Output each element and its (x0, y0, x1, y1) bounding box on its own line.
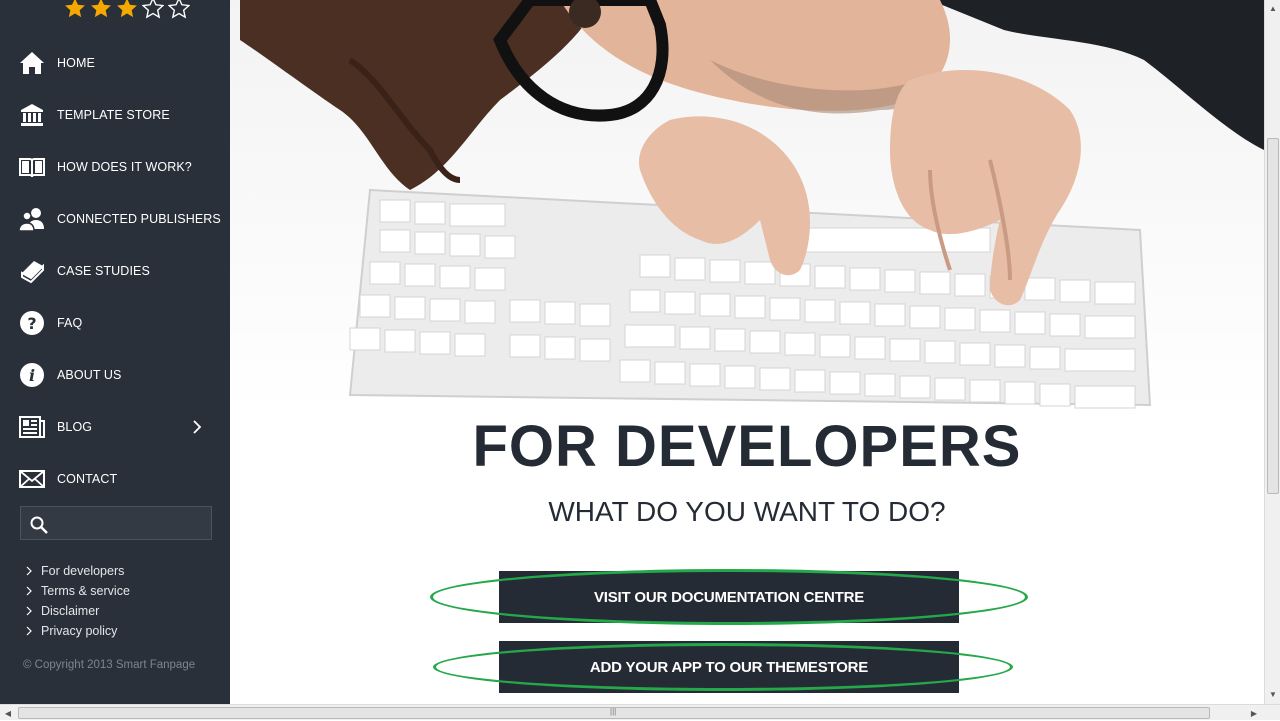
nav-label: CONNECTED PUBLISHERS (57, 212, 221, 226)
nav-item-about-us[interactable]: i ABOUT US (0, 355, 230, 395)
search-icon (30, 516, 48, 534)
home-icon (18, 49, 46, 77)
chevron-right-icon (26, 626, 32, 636)
rating-stars (64, 0, 190, 19)
footer-link-disclaimer[interactable]: Disclaimer (26, 601, 130, 621)
visit-documentation-button[interactable]: VISIT OUR DOCUMENTATION CENTRE (499, 571, 959, 623)
star-empty-icon (142, 0, 164, 19)
nav-item-template-store[interactable]: TEMPLATE STORE (0, 95, 230, 135)
vertical-scrollbar[interactable]: ▲ ▼ (1264, 0, 1280, 704)
footer-link-label: For developers (41, 564, 125, 578)
nav-item-faq[interactable]: ? FAQ (0, 303, 230, 343)
nav-item-home[interactable]: HOME (0, 43, 230, 83)
users-icon (18, 205, 46, 233)
star-filled-icon (91, 0, 111, 18)
scroll-right-arrow-icon[interactable]: ▶ (1246, 705, 1262, 721)
star-filled-icon (117, 0, 137, 18)
search-input[interactable] (20, 506, 212, 540)
nav-label: HOW DOES IT WORK? (57, 160, 192, 174)
footer-link-label: Privacy policy (41, 624, 118, 638)
copyright-text: © Copyright 2013 Smart Fanpage (23, 659, 196, 671)
page-headline: FOR DEVELOPERS (472, 414, 1022, 479)
book-icon (18, 153, 46, 181)
scroll-up-arrow-icon[interactable]: ▲ (1265, 0, 1280, 16)
chevron-right-icon (26, 606, 32, 616)
nav-item-blog[interactable]: BLOG (0, 407, 230, 447)
svg-text:i: i (29, 366, 35, 385)
envelope-icon (18, 465, 46, 493)
newspaper-icon (18, 413, 46, 441)
info-icon: i (18, 361, 46, 389)
svg-text:?: ? (27, 314, 36, 333)
star-empty-icon (168, 0, 190, 19)
vertical-scroll-thumb[interactable] (1267, 138, 1279, 494)
footer-links: For developers Terms & service Disclaime… (26, 561, 130, 641)
main-content: FOR DEVELOPERS WHAT DO YOU WANT TO DO? V… (230, 0, 1264, 704)
add-app-themestore-button[interactable]: ADD YOUR APP TO OUR THEMESTORE (499, 641, 959, 693)
scroll-left-arrow-icon[interactable]: ◀ (0, 705, 16, 721)
footer-link-terms-service[interactable]: Terms & service (26, 581, 130, 601)
scroll-down-arrow-icon[interactable]: ▼ (1265, 686, 1280, 702)
bank-icon (18, 101, 46, 129)
grip-icon: ||| (610, 707, 617, 716)
nav-label: FAQ (57, 316, 83, 330)
horizontal-scrollbar[interactable]: ◀ ||| ▶ (0, 704, 1280, 720)
nav-label: CASE STUDIES (57, 264, 150, 278)
chevron-right-icon (26, 566, 32, 576)
notebook-icon (18, 257, 46, 285)
chevron-right-icon (26, 586, 32, 596)
sidebar: HOME TEMPLATE STORE HOW DOES IT WORK? CO… (0, 0, 230, 704)
footer-link-privacy-policy[interactable]: Privacy policy (26, 621, 130, 641)
nav-label: TEMPLATE STORE (57, 108, 170, 122)
nav-label: HOME (57, 56, 95, 70)
nav-item-case-studies[interactable]: CASE STUDIES (0, 251, 230, 291)
nav-label: ABOUT US (57, 368, 122, 382)
footer-link-for-developers[interactable]: For developers (26, 561, 130, 581)
hero-image (230, 0, 1264, 410)
footer-link-label: Disclaimer (41, 604, 100, 618)
nav-item-how-does-it-work[interactable]: HOW DOES IT WORK? (0, 147, 230, 187)
star-filled-icon (65, 0, 85, 18)
nav-item-contact[interactable]: CONTACT (0, 459, 230, 499)
footer-link-label: Terms & service (41, 584, 130, 598)
question-icon: ? (18, 309, 46, 337)
page-subheadline: WHAT DO YOU WANT TO DO? (548, 496, 946, 527)
chevron-right-icon (193, 420, 202, 434)
nav-item-connected-publishers[interactable]: CONNECTED PUBLISHERS (0, 199, 230, 239)
nav-label: BLOG (57, 420, 93, 434)
nav-label: CONTACT (57, 472, 118, 486)
